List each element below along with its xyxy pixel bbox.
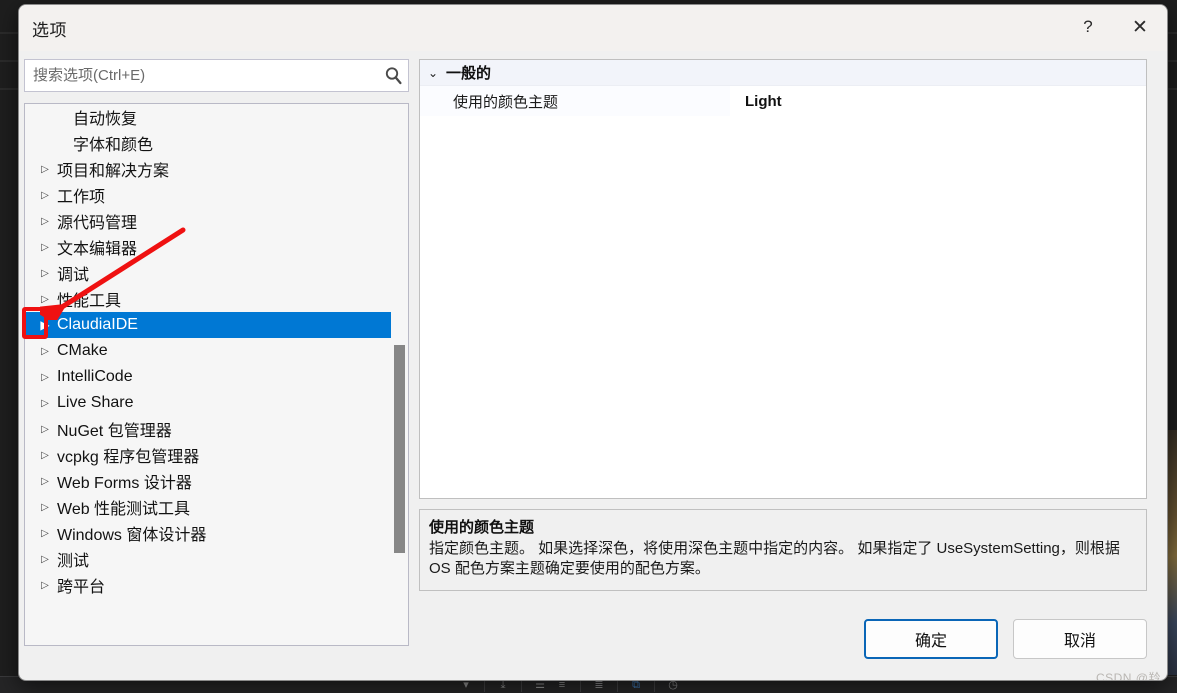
triangle-right-icon[interactable]: ▷	[35, 190, 55, 201]
tree-item[interactable]: 自动恢复	[25, 104, 391, 130]
tree-item[interactable]: ▶ ClaudiaIDE	[25, 312, 391, 338]
tree-item-label: 调试	[57, 267, 90, 284]
property-grid[interactable]: ⌄ 一般的 使用的颜色主题 Light	[419, 59, 1147, 499]
list-icon[interactable]: ☰	[529, 679, 551, 691]
triangle-right-icon[interactable]: ▷	[35, 502, 55, 513]
property-name: 使用的颜色主题	[453, 93, 559, 111]
tree-item[interactable]: ▷ IntelliCode	[25, 364, 391, 390]
triangle-right-icon[interactable]: ▷	[35, 294, 55, 305]
triangle-right-icon[interactable]: ▷	[35, 164, 55, 175]
align-icon[interactable]: ≡	[551, 679, 573, 691]
tree-item-label: IntelliCode	[57, 368, 133, 385]
tree-item-label: 跨平台	[57, 579, 106, 596]
tree-item-label: 性能工具	[57, 293, 122, 310]
step-into-icon[interactable]: ⤓	[492, 679, 514, 691]
triangle-right-icon[interactable]: ▷	[35, 242, 55, 253]
chevron-down-icon[interactable]: ⌄	[420, 66, 446, 80]
options-dialog: 选项 ? ✕ 自动恢复字体和颜色▷项目和解决方案▷工作项▷源代码管理▷文本编辑器…	[18, 4, 1168, 681]
tree-item[interactable]: ▷ 文本编辑器	[25, 234, 391, 260]
right-pane: ⌄ 一般的 使用的颜色主题 Light 使用的颜色主题 指定颜色主题。 如果选择…	[419, 59, 1164, 591]
search-box[interactable]	[24, 59, 409, 92]
property-grid-empty-area	[420, 116, 1146, 498]
triangle-right-icon[interactable]: ▷	[35, 424, 55, 435]
tree-list: 自动恢复 字体和颜色 ▷ 项目和解决方案 ▷ 工作项 ▷ 源代码管理 ▷ 文本编辑器 ▷ 调试 ▷ 性能工…	[25, 104, 391, 598]
tree-item[interactable]: ▷ CMake	[25, 338, 391, 364]
triangle-right-icon[interactable]: ▷	[35, 450, 55, 461]
tree-item-label: NuGet 包管理器	[57, 423, 172, 440]
tree-item[interactable]: ▷ vcpkg 程序包管理器	[25, 442, 391, 468]
tree-item[interactable]: ▷ 跨平台	[25, 572, 391, 598]
tree-item-label: 工作项	[57, 189, 106, 206]
triangle-right-filled-icon[interactable]: ▶	[35, 318, 55, 332]
tree-item-label: Windows 窗体设计器	[57, 527, 207, 544]
page-title: 选项	[32, 21, 67, 40]
caption-buttons: ? ✕	[1063, 5, 1167, 49]
triangle-right-icon[interactable]: ▷	[35, 216, 55, 227]
tree-item-label: 自动恢复	[73, 111, 138, 128]
triangle-right-icon[interactable]: ▷	[35, 554, 55, 565]
dialog-footer: 确定 取消 CSDN @羚	[19, 607, 1167, 680]
tree-item[interactable]: ▷ 项目和解决方案	[25, 156, 391, 182]
triangle-right-icon[interactable]: ▷	[35, 346, 55, 357]
clock-icon[interactable]: ◷	[662, 679, 684, 691]
tree-item[interactable]: ▷ NuGet 包管理器	[25, 416, 391, 442]
triangle-right-icon[interactable]: ▷	[35, 398, 55, 409]
tree-item-label: 字体和颜色	[73, 137, 154, 154]
tree-item-label: CMake	[57, 342, 108, 359]
tree-item-label: 测试	[57, 553, 90, 570]
tree-item[interactable]: ▷ 调试	[25, 260, 391, 286]
tree-item[interactable]: ▷ 性能工具	[25, 286, 391, 312]
cancel-button[interactable]: 取消	[1013, 619, 1147, 659]
tree-item-label: 项目和解决方案	[57, 163, 170, 180]
tree-item[interactable]: ▷ Live Share	[25, 390, 391, 416]
tree-item[interactable]: 字体和颜色	[25, 130, 391, 156]
description-text: 指定颜色主题。 如果选择深色，将使用深色主题中指定的内容。 如果指定了 UseS…	[429, 540, 1120, 578]
triangle-right-icon[interactable]: ▷	[35, 580, 55, 591]
dialog-title-bar: 选项 ? ✕	[19, 5, 1167, 51]
dialog-body: 自动恢复字体和颜色▷项目和解决方案▷工作项▷源代码管理▷文本编辑器▷调试▷性能工…	[19, 51, 1167, 680]
tree-item-label: 文本编辑器	[57, 241, 138, 258]
dropdown-arrow-icon[interactable]: ▾	[455, 679, 477, 691]
tree-item-label: Web 性能测试工具	[57, 501, 191, 518]
description-panel: 使用的颜色主题 指定颜色主题。 如果选择深色，将使用深色主题中指定的内容。 如果…	[419, 509, 1147, 591]
tree-item[interactable]: ▷ Web Forms 设计器	[25, 468, 391, 494]
property-category-label: 一般的	[446, 65, 492, 82]
description-title: 使用的颜色主题	[429, 519, 535, 536]
tree-item-label: ClaudiaIDE	[57, 316, 138, 333]
left-pane	[24, 59, 411, 92]
close-button[interactable]: ✕	[1113, 5, 1167, 49]
tree-item-label: Web Forms 设计器	[57, 475, 192, 492]
tree-scrollbar[interactable]	[391, 105, 407, 645]
tree-item[interactable]: ▷ 测试	[25, 546, 391, 572]
tree-item-label: 源代码管理	[57, 215, 138, 232]
triangle-right-icon[interactable]: ▷	[35, 476, 55, 487]
property-category-row[interactable]: ⌄ 一般的	[420, 60, 1146, 86]
scrollbar-thumb[interactable]	[394, 345, 405, 553]
help-button[interactable]: ?	[1063, 5, 1113, 49]
search-input[interactable]	[25, 67, 378, 84]
tree-item[interactable]: ▷ Web 性能测试工具	[25, 494, 391, 520]
property-value[interactable]: Light	[730, 86, 1146, 116]
tree-item[interactable]: ▷ 工作项	[25, 182, 391, 208]
ok-button[interactable]: 确定	[864, 619, 998, 659]
indent-icon[interactable]: ≣	[588, 679, 610, 691]
tree-item-label: Live Share	[57, 394, 134, 411]
window-layout-icon[interactable]: ⧉	[625, 679, 647, 691]
property-row-color-theme[interactable]: 使用的颜色主题 Light	[420, 86, 1146, 116]
tree-item-label: vcpkg 程序包管理器	[57, 449, 200, 466]
triangle-right-icon[interactable]: ▷	[35, 528, 55, 539]
watermark: CSDN @羚	[1095, 671, 1161, 681]
tree-item[interactable]: ▷ 源代码管理	[25, 208, 391, 234]
triangle-right-icon[interactable]: ▷	[35, 372, 55, 383]
options-tree[interactable]: 自动恢复 字体和颜色 ▷ 项目和解决方案 ▷ 工作项 ▷ 源代码管理 ▷ 文本编辑器 ▷ 调试 ▷ 性能工…	[24, 103, 409, 646]
search-icon[interactable]	[378, 66, 408, 85]
triangle-right-icon[interactable]: ▷	[35, 268, 55, 279]
tree-item[interactable]: ▷ Windows 窗体设计器	[25, 520, 391, 546]
